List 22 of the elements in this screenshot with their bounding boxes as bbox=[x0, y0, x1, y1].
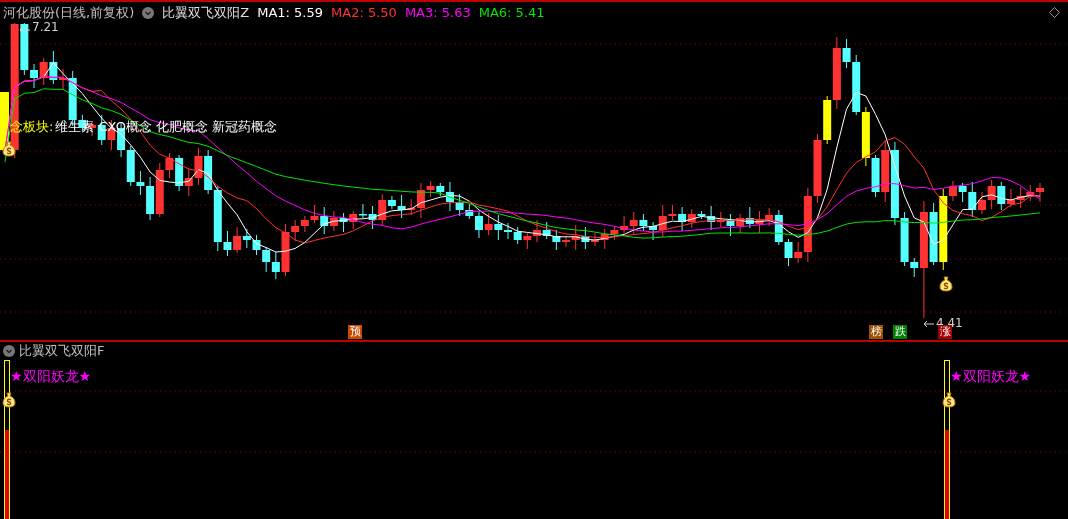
signal-label: ★双阳妖龙★ bbox=[10, 368, 92, 386]
high-price-label: 7.21 bbox=[32, 20, 59, 34]
money-bag-icon bbox=[939, 276, 953, 292]
arrow-icon bbox=[19, 26, 31, 34]
dropdown-icon[interactable] bbox=[142, 6, 155, 19]
signal-marker: 跌 bbox=[893, 325, 907, 339]
arrow-icon bbox=[923, 320, 935, 328]
stock-title: 河化股份(日线,前复权) bbox=[3, 3, 135, 22]
signal-marker: 预 bbox=[348, 325, 362, 339]
money-bag-icon bbox=[942, 392, 956, 408]
signal-label: ★双阳妖龙★ bbox=[950, 368, 1032, 386]
money-bag-icon bbox=[2, 141, 16, 157]
ma-value: MA3: 5.63 bbox=[404, 5, 471, 20]
ma-value: MA6: 5.41 bbox=[478, 5, 545, 20]
dropdown-icon[interactable] bbox=[3, 345, 15, 357]
ma-value: MA2: 5.50 bbox=[331, 5, 397, 20]
indicator-name: 比翼双飞双阳F bbox=[19, 342, 105, 360]
money-bag-icon bbox=[2, 392, 16, 408]
signal-marker: 榜 bbox=[869, 325, 883, 339]
indicator-name: 比翼双飞双阳Z bbox=[162, 3, 250, 22]
diamond-icon[interactable] bbox=[1049, 7, 1060, 18]
ma-value: MA1: 5.59 bbox=[257, 5, 324, 20]
